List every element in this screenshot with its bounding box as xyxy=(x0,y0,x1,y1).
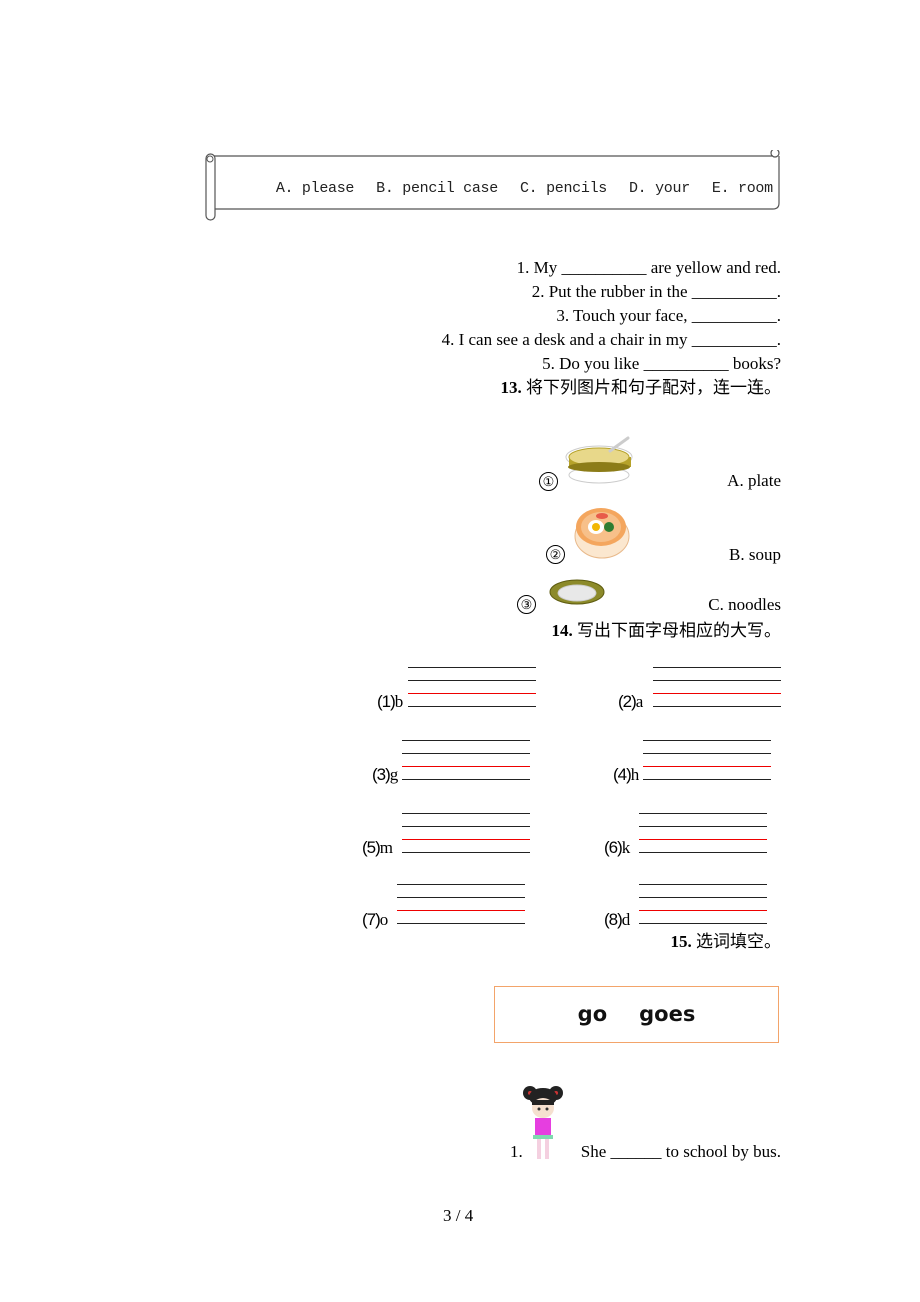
writing-grid[interactable] xyxy=(402,740,530,784)
word-choice: goes xyxy=(639,1002,696,1026)
soup-bowl-icon xyxy=(574,508,630,559)
noodles-bowl-icon xyxy=(565,436,633,484)
writing-grid[interactable] xyxy=(402,813,530,857)
fill-sentence: 4. I can see a desk and a chair in my __… xyxy=(441,330,781,349)
writing-grid[interactable] xyxy=(408,667,536,711)
plate-icon xyxy=(549,579,605,605)
q14-instruction: 写出下面字母相应的大写。 xyxy=(577,621,781,640)
letter-item-label: (5)m xyxy=(362,838,394,857)
word-option: D. your xyxy=(628,180,690,197)
word-option: E. room xyxy=(711,180,773,197)
writing-grid[interactable] xyxy=(643,740,771,784)
word-bank-options: A. please B. pencil case C. pencils D. your… xyxy=(241,163,795,214)
q15-number: 15. xyxy=(670,932,692,951)
q15-sentence: She ______ to school by bus. xyxy=(580,1142,781,1161)
q14-number: 14. xyxy=(551,621,573,640)
letter-item-label: (4)h xyxy=(613,765,640,784)
q15-instruction: 选词填空。 xyxy=(696,932,781,951)
word-choice-box: go goes xyxy=(494,986,779,1043)
letter-item-label: (7)o xyxy=(362,910,389,929)
word-option: A. please xyxy=(275,180,355,197)
letter-item-label: (8)d xyxy=(604,910,631,929)
word-choice: go xyxy=(577,1002,608,1026)
girl-icon xyxy=(523,1086,563,1159)
letter-item-label: (6)k xyxy=(604,838,631,857)
q13-number: 13. xyxy=(500,378,522,397)
writing-grid[interactable] xyxy=(397,884,525,928)
word-bank-scroll: A. please B. pencil case C. pencils D. your… xyxy=(205,150,781,221)
page-number: 3 / 4 xyxy=(443,1206,474,1225)
q14-heading: 14. 写出下面字母相应的大写。 xyxy=(552,621,782,641)
fill-sentence: 2. Put the rubber in the __________. xyxy=(531,282,781,301)
word-option: B. pencil case xyxy=(376,180,498,197)
option-c: C. noodles xyxy=(708,595,781,614)
option-b: B. soup xyxy=(729,545,781,564)
writing-grid[interactable] xyxy=(639,813,767,857)
marker-3: ③ xyxy=(517,595,536,614)
letter-item-label: (1)b xyxy=(377,692,404,711)
word-option: C. pencils xyxy=(519,180,607,197)
q15-sentence-number: 1. xyxy=(510,1142,523,1161)
option-a: A. plate xyxy=(727,471,781,490)
fill-sentence: 5. Do you like __________ books? xyxy=(542,354,781,373)
letter-item-label: (2)a xyxy=(618,692,644,711)
letter-item-label: (3)g xyxy=(372,765,399,784)
fill-sentence: 3. Touch your face, __________. xyxy=(556,306,781,325)
marker-1: ① xyxy=(539,472,558,491)
writing-grid[interactable] xyxy=(639,884,767,928)
q15-heading: 15. 选词填空。 xyxy=(671,932,782,952)
writing-grid[interactable] xyxy=(653,667,781,711)
fill-sentence: 1. My __________ are yellow and red. xyxy=(516,258,781,277)
q13-heading: 13. 将下列图片和句子配对，连一连。 xyxy=(501,378,782,398)
q13-instruction: 将下列图片和句子配对，连一连。 xyxy=(526,378,781,397)
marker-2: ② xyxy=(546,545,565,564)
